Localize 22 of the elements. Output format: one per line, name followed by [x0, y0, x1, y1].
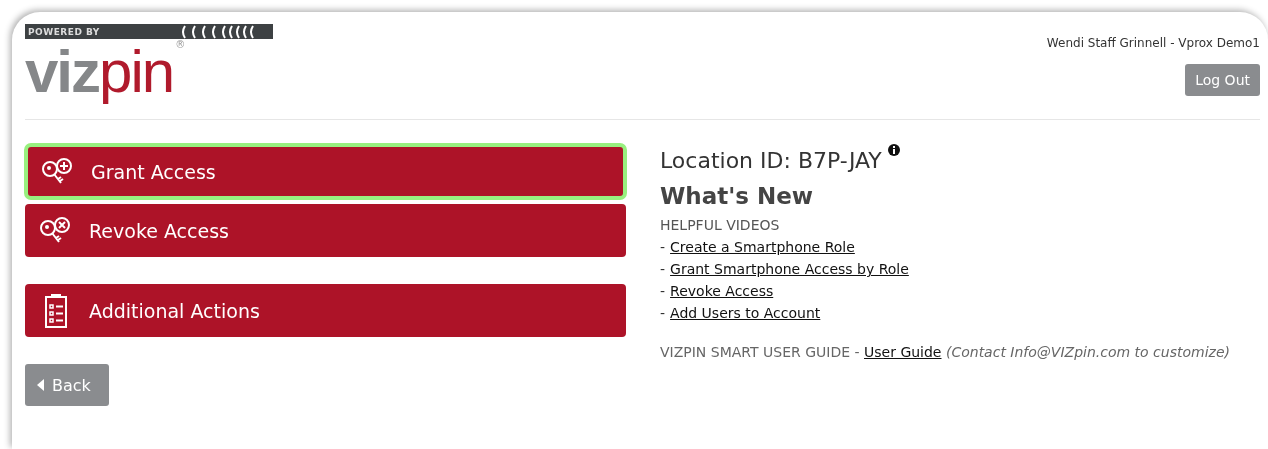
registered-mark: ® — [175, 39, 186, 50]
user-guide-link[interactable]: User Guide — [864, 344, 942, 360]
list-dash: - — [660, 305, 666, 321]
list-dash: - — [660, 239, 666, 255]
video-link[interactable]: Create a Smartphone Role — [670, 239, 855, 255]
action-button[interactable]: Grant Access — [27, 146, 624, 197]
info-icon[interactable] — [887, 144, 900, 156]
list-dash: - — [660, 261, 666, 277]
list-dash: - — [660, 283, 666, 299]
action-button[interactable]: Additional Actions — [25, 284, 626, 337]
logo-tagline: POWERED BY — [28, 26, 100, 37]
videos-heading: HELPFUL VIDEOS — [660, 217, 781, 233]
caret-left-icon — [37, 379, 44, 391]
action-button[interactable]: Revoke Access — [25, 204, 626, 257]
logo-wordmark: vizpin — [25, 39, 174, 105]
user-guide-text: VIZPIN SMART USER GUIDE - User Guide (Contact Info@VIZpin.com to customize) — [660, 343, 1231, 362]
section-heading: What's New — [660, 183, 815, 209]
video-link[interactable]: Add Users to Account — [670, 305, 821, 321]
video-link[interactable]: Revoke Access — [670, 283, 774, 299]
video-link[interactable]: Grant Smartphone Access by Role — [670, 261, 909, 277]
location-id: Location ID: B7P-JAY — [660, 148, 882, 173]
user-name: Wendi Staff Grinnell - Vprox Demo1 — [1046, 36, 1260, 50]
